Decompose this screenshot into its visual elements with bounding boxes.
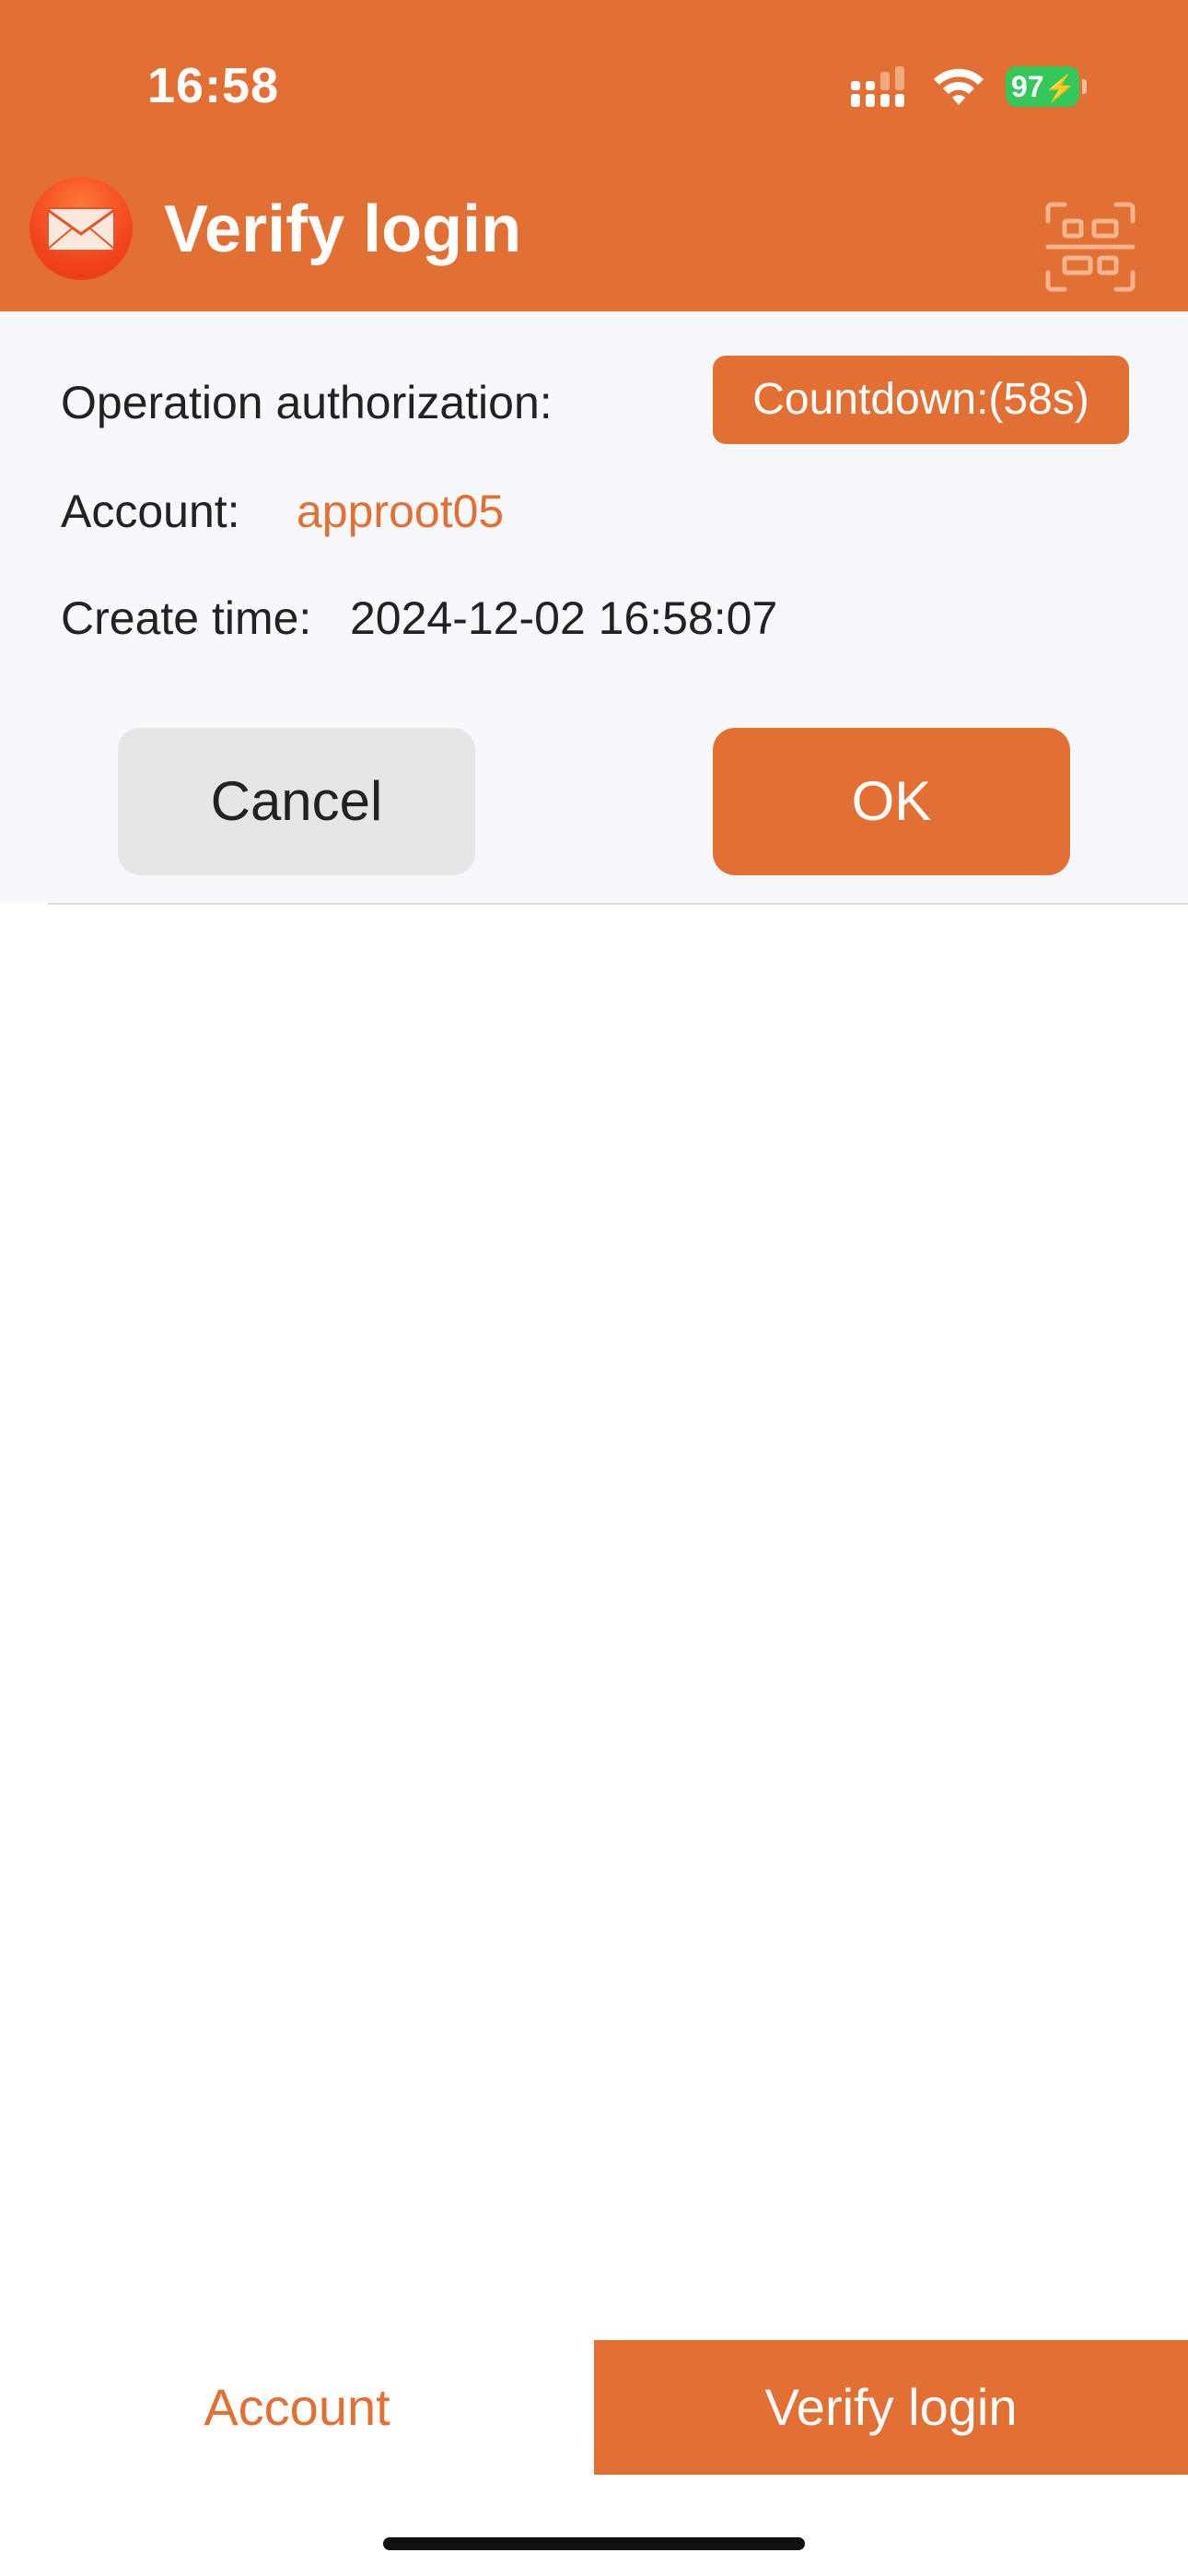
charging-bolt-icon: ⚡ — [1043, 74, 1077, 102]
account-label: Account: — [61, 486, 240, 537]
ok-button[interactable]: OK — [713, 728, 1070, 875]
qr-scan-button[interactable] — [1042, 199, 1138, 295]
operation-authorization-label: Operation authorization: — [61, 377, 553, 428]
tab-account[interactable]: Account — [0, 2340, 594, 2475]
mail-envelope-icon-graphic — [47, 207, 115, 252]
cancel-button[interactable]: Cancel — [118, 728, 475, 875]
bottom-tab-bar: Account Verify login — [0, 2340, 1188, 2475]
create-time-value: 2024-12-02 16:58:07 — [350, 592, 778, 644]
mail-envelope-icon — [29, 177, 133, 280]
cellular-signal-icon — [851, 66, 904, 107]
create-time-label: Create time: — [61, 592, 312, 644]
card-divider — [48, 903, 1188, 905]
status-time: 16:58 — [147, 58, 280, 113]
home-indicator[interactable] — [383, 2537, 805, 2550]
countdown-badge: Countdown:(58s) — [713, 356, 1129, 444]
wifi-icon — [934, 68, 984, 105]
qr-scan-icon — [1045, 202, 1136, 292]
status-bar: 16:58 97⚡ — [0, 0, 1188, 175]
account-value: approot05 — [297, 486, 505, 537]
app-header: 16:58 97⚡ Verify login — [0, 0, 1188, 311]
tab-verify-login[interactable]: Verify login — [594, 2340, 1188, 2475]
page-title: Verify login — [164, 193, 522, 266]
battery-level: 97⚡ — [1006, 66, 1079, 107]
battery-percent: 97 — [1011, 70, 1044, 103]
battery-tip — [1082, 79, 1087, 94]
battery-indicator: 97⚡ — [1006, 66, 1087, 107]
